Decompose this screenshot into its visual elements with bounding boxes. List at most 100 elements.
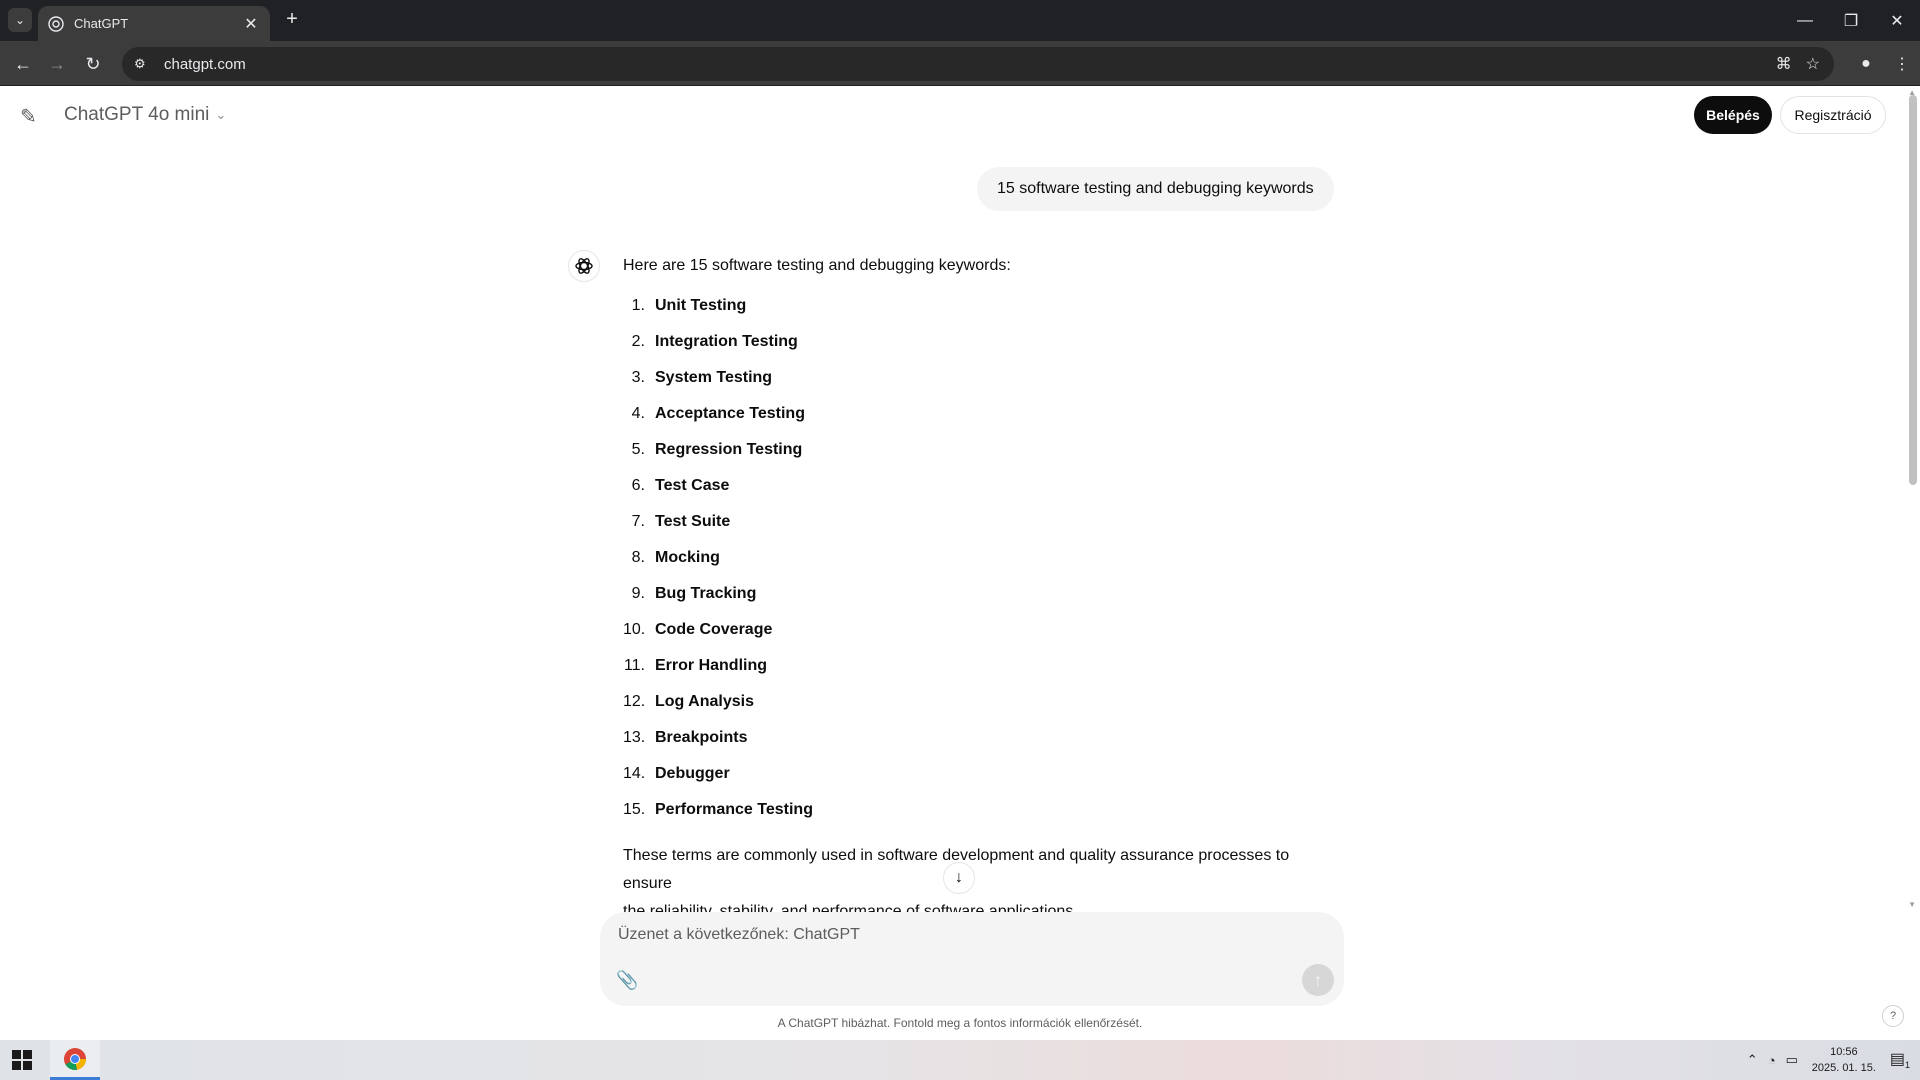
person-icon[interactable]: ● <box>1848 55 1884 73</box>
keyword-list-item: 6. Test Case <box>623 468 1335 504</box>
close-window-icon[interactable]: ✕ <box>1874 0 1920 41</box>
chatgpt-favicon-icon <box>48 15 64 32</box>
assistant-intro: Here are 15 software testing and debuggi… <box>623 257 1011 274</box>
list-item-keyword: Regression Testing <box>655 441 803 458</box>
list-item-keyword: Log Analysis <box>655 693 754 710</box>
user-message-text: 15 software testing and debugging keywor… <box>997 180 1314 197</box>
list-item-number: 11. <box>623 657 645 674</box>
list-item-number: 5. <box>631 441 645 458</box>
list-item-keyword: Unit Testing <box>655 297 747 314</box>
kebab-icon[interactable]: ⋮ <box>1884 54 1920 74</box>
list-item-keyword: Performance Testing <box>655 801 813 818</box>
keyword-list-item: 3. System Testing <box>623 360 1335 396</box>
list-item-number: 2. <box>631 333 645 350</box>
minimize-icon[interactable]: — <box>1782 0 1828 41</box>
keyword-list-item: 12. Log Analysis <box>623 684 1335 720</box>
list-item-number: 7. <box>631 513 645 530</box>
model-name: ChatGPT 4o mini <box>64 104 210 125</box>
user-message-bubble: 15 software testing and debugging keywor… <box>977 167 1334 211</box>
chevron-up-icon[interactable]: ⌃ <box>1747 1052 1758 1068</box>
notification-count: 1 <box>1904 1060 1910 1071</box>
clock-time: 10:56 <box>1830 1046 1858 1058</box>
list-item-number: 15. <box>623 801 646 818</box>
keyword-list-item: 11. Error Handling <box>623 648 1335 684</box>
login-button[interactable]: Belépés <box>1694 96 1772 134</box>
keyword-list-item: 2. Integration Testing <box>623 324 1335 360</box>
model-selector[interactable]: ChatGPT 4o mini ⌄ <box>64 104 226 126</box>
list-item-number: 4. <box>631 405 645 422</box>
assistant-message: Here are 15 software testing and debuggi… <box>623 252 1335 926</box>
plus-icon[interactable]: + <box>280 8 304 32</box>
list-item-number: 14. <box>623 765 646 782</box>
keyword-list-item: 4. Acceptance Testing <box>623 396 1335 432</box>
list-item-keyword: Test Suite <box>655 513 731 530</box>
chatgpt-logo-icon <box>568 250 600 282</box>
battery-icon[interactable]: ▭ <box>1786 1052 1798 1068</box>
list-item-keyword: Error Handling <box>655 657 768 674</box>
keyword-list-item: 1. Unit Testing <box>623 288 1335 324</box>
translate-icon[interactable]: ⌘ <box>1776 54 1792 74</box>
register-button[interactable]: Regisztráció <box>1780 96 1886 134</box>
list-item-number: 8. <box>631 549 645 566</box>
chrome-taskbar-icon[interactable] <box>50 1040 100 1080</box>
list-item-keyword: Code Coverage <box>655 621 773 638</box>
star-icon[interactable]: ☆ <box>1806 54 1820 74</box>
url-text: chatgpt.com <box>164 55 246 73</box>
chevron-down-icon: ⌄ <box>215 107 227 122</box>
keyword-list-item: 13. Breakpoints <box>623 720 1335 756</box>
arrow-down-icon: ↓ <box>955 869 963 886</box>
system-tray: ⌃ ◔ ▭ 10:56 2025. 01. 15. ▤1 <box>1747 1040 1920 1080</box>
keyword-list-item: 10. Code Coverage <box>623 612 1335 648</box>
browser-tabbar: ⌄ ChatGPT ✕ + — ❐ ✕ <box>0 0 1920 41</box>
list-item-number: 1. <box>631 297 645 314</box>
list-item-number: 6. <box>631 477 645 494</box>
clock-date: 2025. 01. 15. <box>1811 1062 1876 1074</box>
list-item-keyword: Mocking <box>655 549 720 566</box>
scrollbar-thumb[interactable] <box>1909 95 1917 485</box>
reload-icon[interactable]: ↻ <box>80 51 106 77</box>
list-item-number: 12. <box>623 693 646 710</box>
close-tab-icon[interactable]: ✕ <box>242 14 260 34</box>
list-item-keyword: Debugger <box>655 765 730 782</box>
tab-search-button[interactable]: ⌄ <box>8 8 32 32</box>
windows-taskbar: ⌃ ◔ ▭ 10:56 2025. 01. 15. ▤1 <box>0 1040 1920 1080</box>
arrow-right-icon[interactable]: → <box>44 51 70 77</box>
list-item-keyword: Integration Testing <box>655 333 798 350</box>
keyword-list-item: 5. Regression Testing <box>623 432 1335 468</box>
keyword-list-item: 9. Bug Tracking <box>623 576 1335 612</box>
list-item-keyword: Acceptance Testing <box>655 405 805 422</box>
keyword-list-item: 15. Performance Testing <box>623 792 1335 828</box>
keyword-list: 1. Unit Testing 2. Integration Testing 3. Sys… <box>623 288 1335 828</box>
network-icon[interactable]: ◔ <box>1768 1053 1776 1068</box>
list-item-number: 10. <box>623 621 646 638</box>
help-button[interactable]: ? <box>1882 1005 1904 1027</box>
list-item-keyword: Breakpoints <box>655 729 748 746</box>
arrow-left-icon[interactable]: ← <box>10 51 36 77</box>
scroll-to-bottom-button[interactable]: ↓ <box>943 862 975 894</box>
clock[interactable]: 10:56 2025. 01. 15. <box>1808 1044 1880 1076</box>
keyword-list-item: 8. Mocking <box>623 540 1335 576</box>
scroll-down-arrow-icon[interactable]: ▼ <box>1908 900 1916 909</box>
list-item-keyword: Bug Tracking <box>655 585 757 602</box>
list-item-keyword: System Testing <box>655 369 773 386</box>
send-button[interactable]: ↑ <box>1302 964 1334 996</box>
keyword-list-item: 7. Test Suite <box>623 504 1335 540</box>
disclaimer-text: A ChatGPT hibázhat. Fontold meg a fontos… <box>777 1016 1143 1030</box>
paperclip-icon[interactable]: 📎 <box>616 970 638 991</box>
list-item-number: 3. <box>631 369 645 386</box>
arrow-up-icon: ↑ <box>1313 969 1323 990</box>
address-bar[interactable]: ⚙ chatgpt.com ⌘ ☆ <box>122 47 1834 81</box>
keyword-list-item: 14. Debugger <box>623 756 1335 792</box>
message-input[interactable]: Üzenet a következőnek: ChatGPT <box>618 926 860 944</box>
tune-icon[interactable]: ⚙ <box>134 56 154 72</box>
list-item-number: 13. <box>623 729 646 746</box>
browser-toolbar: ← → ↻ ⚙ chatgpt.com ⌘ ☆ ● ⋮ <box>0 41 1920 86</box>
message-composer[interactable]: Üzenet a következőnek: ChatGPT 📎 ↑ <box>600 912 1344 1006</box>
notification-icon[interactable]: ▤1 <box>1890 1049 1910 1070</box>
restore-icon[interactable]: ❐ <box>1828 0 1874 41</box>
new-chat-icon[interactable]: ✎ <box>20 104 44 128</box>
windows-start-icon[interactable] <box>12 1050 32 1070</box>
browser-tab[interactable]: ChatGPT ✕ <box>38 6 270 41</box>
chevron-down-icon: ⌄ <box>14 13 26 27</box>
list-item-number: 9. <box>631 585 645 602</box>
